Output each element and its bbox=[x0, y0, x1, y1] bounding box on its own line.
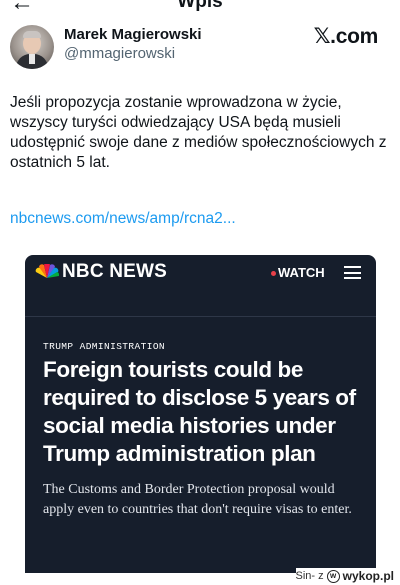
live-dot-icon bbox=[271, 271, 276, 277]
top-bar: ← Wpis ··· bbox=[0, 0, 400, 14]
article-headline[interactable]: Foreign tourists could be required to di… bbox=[43, 356, 373, 468]
nbc-header: NBC NEWS WATCH bbox=[25, 255, 376, 292]
nbc-news-logo: NBC NEWS bbox=[62, 261, 168, 282]
watermark-site: wykop.pl bbox=[342, 569, 394, 583]
watch-label: WATCH bbox=[278, 265, 325, 280]
watch-button[interactable]: WATCH bbox=[271, 266, 325, 280]
page-title: Wpis bbox=[177, 0, 223, 12]
tweet-text: Jeśli propozycja zostanie wprowadzona w … bbox=[10, 94, 387, 171]
wykop-watermark: Sin- z w wykop.pl bbox=[295, 568, 394, 584]
article-kicker: TRUMP ADMINISTRATION bbox=[43, 341, 166, 352]
more-options-icon[interactable]: ··· bbox=[361, 0, 386, 12]
watermark-user: Sin- z bbox=[295, 570, 324, 582]
wykop-icon: w bbox=[326, 569, 340, 583]
divider bbox=[25, 316, 376, 317]
article-dek: The Customs and Border Protection propos… bbox=[43, 482, 352, 517]
tweet-link[interactable]: nbcnews.com/news/amp/rcna2... bbox=[10, 209, 236, 229]
author-name[interactable]: Marek Magierowski bbox=[64, 26, 202, 44]
author-handle[interactable]: @mmagierowski bbox=[64, 45, 175, 63]
link-preview-card[interactable]: NBC NEWS WATCH TRUMP ADMINISTRATION Fore… bbox=[25, 255, 376, 573]
hamburger-menu-icon[interactable] bbox=[344, 266, 361, 279]
x-logo: 𝕏.com bbox=[313, 25, 379, 48]
nbc-peacock-icon bbox=[35, 264, 59, 278]
avatar[interactable] bbox=[10, 25, 54, 69]
